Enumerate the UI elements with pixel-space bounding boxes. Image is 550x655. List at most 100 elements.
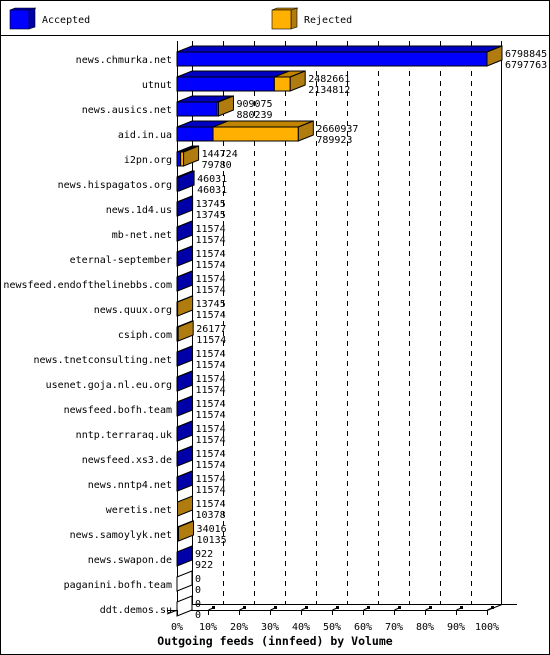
chart-border — [0, 0, 550, 655]
value-label-accepted: 2134812 — [308, 85, 350, 96]
value-label-offered: 34016 — [197, 524, 227, 535]
legend-label-rejected: Rejected — [304, 15, 352, 26]
category-label: news.tnetconsulting.net — [34, 355, 172, 366]
bar-accepted-top — [176, 45, 503, 53]
value-label-offered: 0 — [195, 574, 201, 585]
x-tick-marker — [398, 606, 401, 609]
bar-group — [176, 95, 234, 117]
x-tick-label: 60% — [354, 622, 372, 633]
x-tick-marker — [212, 606, 215, 609]
value-label-accepted: 0 — [195, 610, 201, 621]
x-tick-label: 40% — [292, 622, 310, 633]
x-tick-label: 50% — [323, 622, 341, 633]
x-tick-label: 90% — [447, 622, 465, 633]
value-label-accepted: 11574 — [196, 310, 226, 321]
legend-swatch-accepted-side — [28, 7, 36, 30]
category-label: news.samoylyk.net — [70, 530, 172, 541]
x-tick-marker — [460, 606, 463, 609]
legend-swatch-rejected — [271, 9, 292, 30]
value-label-accepted: 6797763 — [505, 60, 547, 71]
value-label-accepted: 11574 — [196, 385, 226, 396]
value-label-accepted: 789923 — [316, 135, 352, 146]
x-tick-label: 100% — [475, 622, 499, 633]
value-label-offered: 11574 — [196, 474, 226, 485]
value-label-accepted: 46031 — [197, 185, 227, 196]
x-tick-marker — [243, 606, 246, 609]
x-tick-marker — [336, 606, 339, 609]
category-label: weretis.net — [106, 505, 172, 516]
chart-title: Outgoing feeds (innfeed) by Volume — [157, 634, 392, 648]
value-label-offered: 11574 — [196, 399, 226, 410]
value-label-offered: 11574 — [196, 424, 226, 435]
category-label: csiph.com — [118, 330, 172, 341]
category-label: news.ausics.net — [82, 105, 172, 116]
value-label-accepted: 0 — [195, 585, 201, 596]
legend-swatch-rejected-side — [290, 7, 298, 30]
category-label: nntp.terraraq.uk — [76, 430, 172, 441]
x-tick-marker — [429, 606, 432, 609]
value-label-accepted: 11574 — [196, 235, 226, 246]
value-label-offered: 13745 — [196, 299, 226, 310]
value-label-accepted: 11574 — [196, 410, 226, 421]
value-label-offered: 13745 — [196, 199, 226, 210]
value-label-accepted: 11574 — [196, 360, 226, 371]
category-label: newsfeed.endofthelinebbs.com — [3, 280, 172, 291]
legend-label-accepted: Accepted — [42, 15, 90, 26]
value-label-accepted: 880239 — [236, 110, 272, 121]
category-label: news.nntp4.net — [88, 480, 172, 491]
chart-root: Accepted Rejected 6798845 6797763 2482661 2… — [0, 0, 550, 655]
x-tick-marker — [367, 606, 370, 609]
value-label-offered: 11574 — [196, 449, 226, 460]
category-label: usenet.goja.nl.eu.org — [46, 380, 172, 391]
category-label: ddt.demos.su — [100, 605, 172, 616]
bar-rejected — [212, 126, 299, 142]
category-label: news.chmurka.net — [76, 55, 172, 66]
category-label: mb-net.net — [112, 230, 172, 241]
category-label: news.quux.org — [94, 305, 172, 316]
value-label-offered: 2482661 — [308, 74, 350, 85]
bar-accepted — [176, 76, 275, 92]
bar-accepted — [176, 151, 182, 167]
value-label-offered: 909075 — [236, 99, 272, 110]
legend-swatch-accepted — [9, 9, 30, 30]
value-label-accepted: 11574 — [196, 460, 226, 471]
bar-accepted — [176, 126, 214, 142]
value-label-offered: 11574 — [196, 224, 226, 235]
value-label-accepted: 11574 — [196, 285, 226, 296]
value-label-offered: 46031 — [197, 174, 227, 185]
value-label-offered: 11574 — [196, 374, 226, 385]
value-label-offered: 11574 — [196, 499, 226, 510]
bar-accepted — [176, 101, 218, 117]
value-label-offered: 11574 — [196, 274, 226, 285]
x-tick-label: 80% — [416, 622, 434, 633]
category-label: news.swapon.de — [88, 555, 172, 566]
value-label-accepted: 10378 — [196, 510, 226, 521]
value-label-accepted: 13745 — [196, 210, 226, 221]
category-label: newsfeed.xs3.de — [82, 455, 172, 466]
category-label: news.1d4.us — [106, 205, 172, 216]
value-label-accepted: 11574 — [196, 260, 226, 271]
bar-rejected-top — [212, 120, 314, 128]
value-label-accepted: 10135 — [197, 535, 227, 546]
x-tick-label: 0% — [171, 622, 183, 633]
x-tick-label: 70% — [385, 622, 403, 633]
x-tick-label: 20% — [230, 622, 248, 633]
value-label-offered: 922 — [195, 549, 213, 560]
category-label: aid.in.ua — [118, 130, 172, 141]
x-tick-label: 10% — [199, 622, 217, 633]
value-label-offered: 11574 — [196, 349, 226, 360]
category-label: utnut — [142, 80, 172, 91]
value-label-accepted: 11574 — [196, 335, 226, 346]
bar-accepted-top — [176, 70, 290, 78]
bar-rejected — [273, 76, 291, 92]
value-label-offered: 0 — [195, 599, 201, 610]
value-label-offered: 6798845 — [505, 49, 547, 60]
value-label-accepted: 11574 — [196, 435, 226, 446]
value-label-offered: 2660937 — [316, 124, 358, 135]
chart-svg: Accepted Rejected 6798845679776324826612… — [0, 0, 550, 655]
value-label-offered: 26177 — [196, 324, 226, 335]
bar-group — [176, 70, 306, 92]
x-tick-label: 30% — [261, 622, 279, 633]
bar-accepted — [176, 51, 488, 67]
value-label-accepted: 922 — [195, 560, 213, 571]
